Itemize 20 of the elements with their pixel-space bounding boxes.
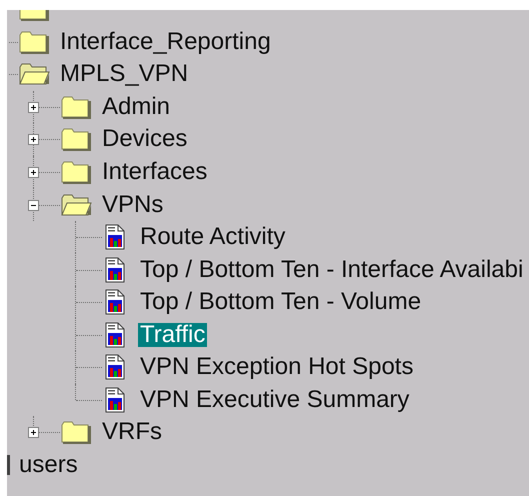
folder-label[interactable]: Interfaces (100, 160, 210, 184)
expand-icon[interactable] (28, 167, 39, 178)
folder-label[interactable]: VRFs (100, 420, 164, 444)
report-label[interactable]: Top / Bottom Ten - Volume (138, 290, 424, 314)
folder-label[interactable]: Admin (100, 94, 172, 119)
expand-icon[interactable] (28, 134, 39, 146)
expand-icon[interactable] (28, 102, 39, 113)
folder-label[interactable]: Interface_Reporting (58, 30, 273, 54)
report-label[interactable]: VPN Exception Hot Spots (138, 355, 416, 380)
folder-label[interactable]: VPNs (100, 192, 166, 217)
report-label[interactable]: Top / Bottom Ten - Interface Availabi (138, 258, 526, 282)
item-icon (7, 454, 10, 475)
expand-icon[interactable] (28, 427, 39, 438)
report-label[interactable]: Route Activity (138, 225, 288, 250)
report-label[interactable]: VPN Executive Summary (138, 388, 412, 412)
folder-label[interactable]: Devices (100, 127, 190, 152)
folder-label[interactable]: MPLS_VPN (58, 62, 190, 86)
collapse-icon[interactable] (28, 200, 39, 211)
report-label[interactable]: Traffic (138, 322, 208, 347)
folder-label[interactable]: users (17, 452, 80, 477)
